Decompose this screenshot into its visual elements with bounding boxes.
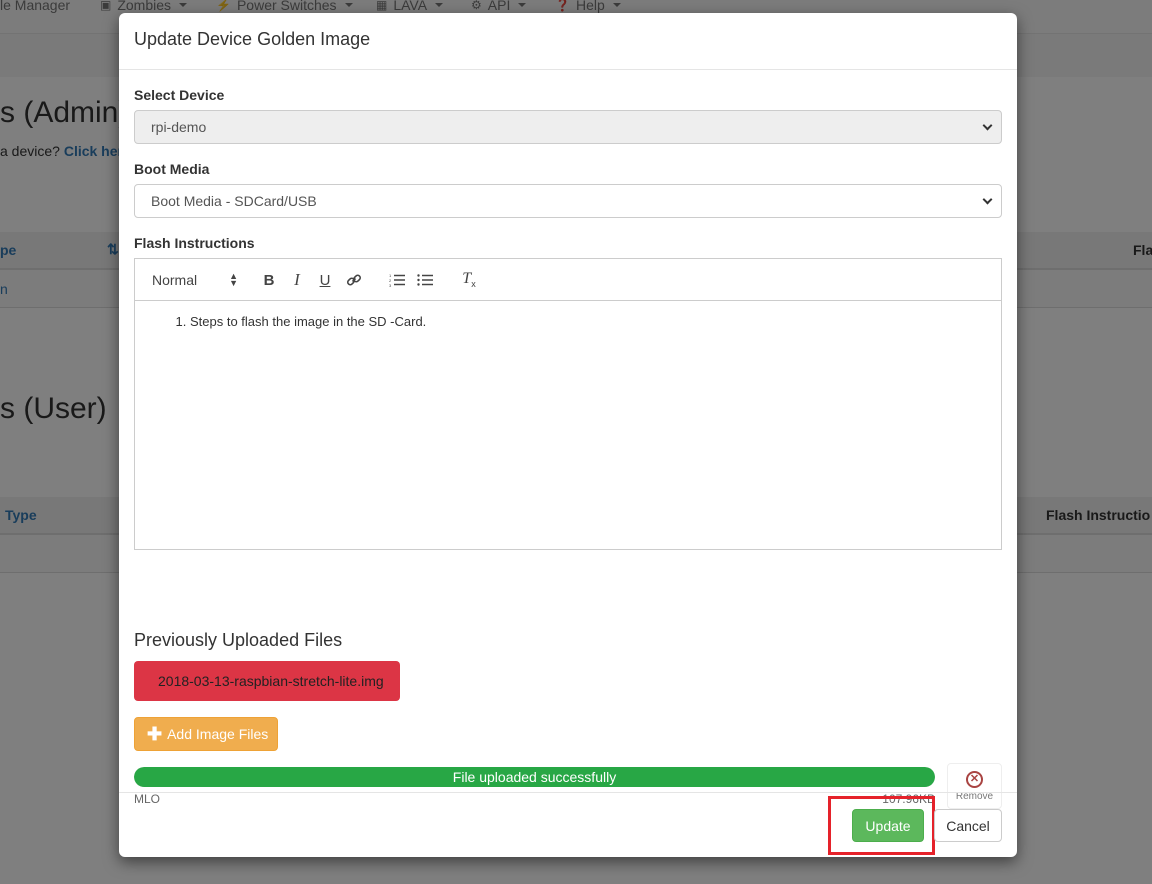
underline-icon: U	[319, 271, 331, 289]
bullet-list-icon	[417, 274, 433, 286]
boot-media-dropdown[interactable]: Boot Media - SDCard/USB	[134, 184, 1002, 218]
format-dropdown[interactable]: Normal ▲ ▼	[152, 269, 238, 291]
flash-instructions-editor: Normal ▲ ▼ B I U 1 2 3 Tx 1. Steps to fl…	[134, 258, 1002, 550]
add-image-files-button[interactable]: ✚ Add Image Files	[134, 717, 278, 751]
remove-circle-icon: ✕	[966, 770, 983, 788]
update-golden-image-modal: Update Device Golden Image Select Device…	[119, 13, 1017, 857]
uploaded-file-name: 2018-03-13-raspbian-stretch-lite.img	[158, 673, 384, 689]
bullet-list-button[interactable]	[417, 269, 433, 291]
italic-button[interactable]: I	[290, 269, 304, 291]
boot-media-label: Boot Media	[134, 161, 210, 177]
format-value: Normal	[152, 272, 198, 288]
update-button[interactable]: Update	[852, 809, 924, 842]
link-icon	[346, 274, 362, 286]
updown-icon: ▲ ▼	[229, 271, 238, 288]
select-device-value: rpi-demo	[151, 119, 207, 135]
boot-media-value: Boot Media - SDCard/USB	[151, 193, 317, 209]
plus-icon: ✚	[147, 724, 163, 744]
clear-format-button[interactable]: Tx	[460, 269, 478, 291]
add-image-files-label: Add Image Files	[167, 726, 269, 742]
bold-icon: B	[263, 271, 275, 289]
bold-button[interactable]: B	[262, 269, 276, 291]
chevron-down-icon	[982, 120, 993, 130]
cancel-button[interactable]: Cancel	[934, 809, 1002, 842]
progress-fill: File uploaded successfully	[134, 767, 935, 787]
select-device-label: Select Device	[134, 87, 225, 103]
previously-uploaded-title: Previously Uploaded Files	[134, 630, 343, 650]
clear-format-icon: Tx	[462, 270, 476, 290]
italic-icon: I	[294, 270, 300, 289]
chevron-down-icon	[982, 194, 993, 204]
modal-title: Update Device Golden Image	[134, 29, 371, 49]
upload-progress-bar: File uploaded successfully	[134, 767, 935, 787]
instructions-list: Steps to flash the image in the SD -Card…	[150, 314, 986, 329]
underline-button[interactable]: U	[318, 269, 332, 291]
modal-header: Update Device Golden Image	[119, 13, 1017, 70]
list-item: Steps to flash the image in the SD -Card…	[190, 314, 986, 329]
svg-text:3: 3	[389, 283, 392, 287]
uploaded-file-button[interactable]: 2018-03-13-raspbian-stretch-lite.img	[134, 661, 400, 701]
modal-footer: Update Cancel	[119, 792, 1017, 857]
editor-toolbar: Normal ▲ ▼ B I U 1 2 3 Tx	[135, 259, 1001, 301]
link-button[interactable]	[346, 269, 362, 291]
flash-instructions-label: Flash Instructions	[134, 235, 255, 251]
editor-content[interactable]: Steps to flash the image in the SD -Card…	[135, 301, 1001, 342]
ordered-list-button[interactable]: 1 2 3	[389, 269, 405, 291]
upload-status: File uploaded successfully	[452, 769, 617, 785]
select-device-dropdown[interactable]: rpi-demo	[134, 110, 1002, 144]
ordered-list-icon: 1 2 3	[389, 273, 405, 287]
